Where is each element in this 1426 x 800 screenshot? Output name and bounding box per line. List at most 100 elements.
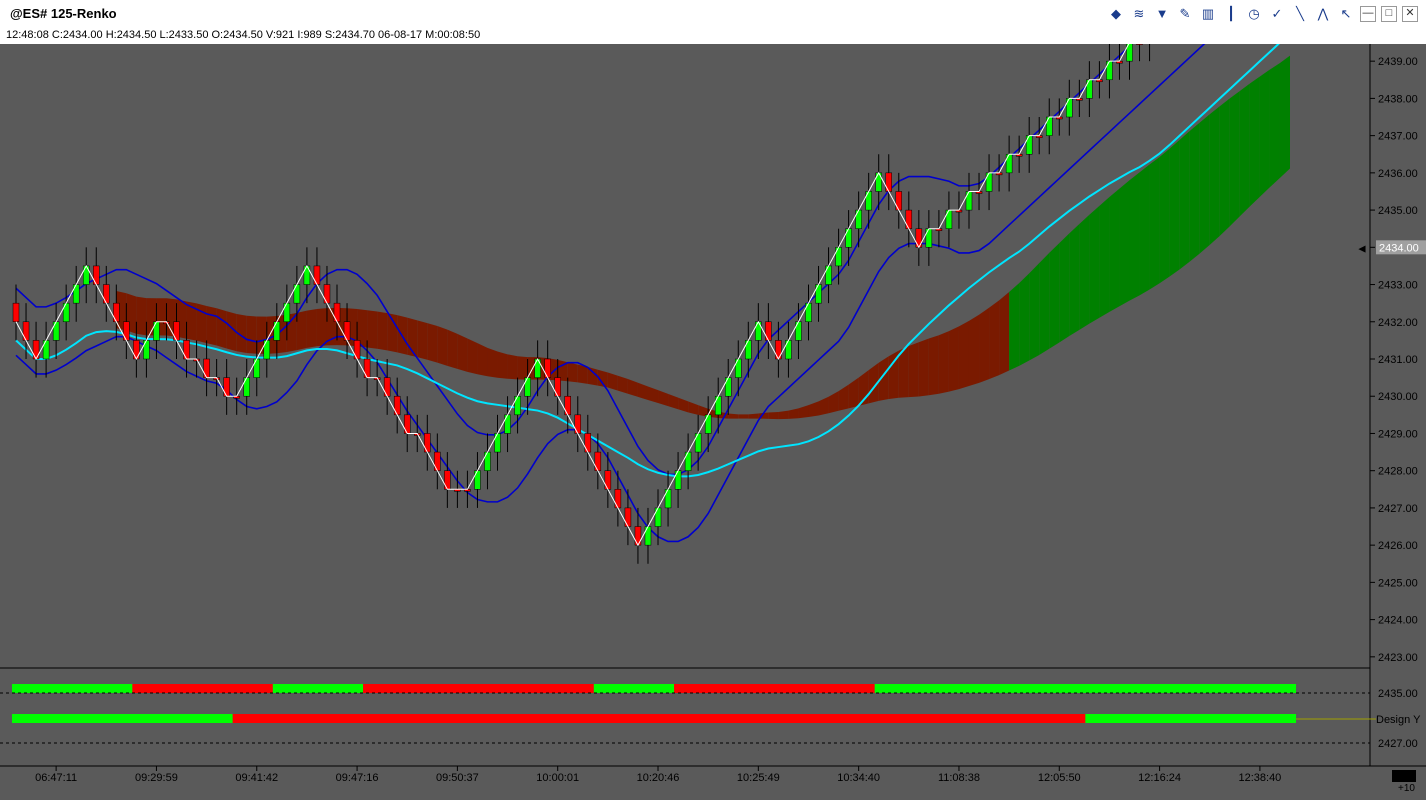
candle-body: [484, 451, 491, 471]
candle-body: [885, 172, 892, 192]
candle-body: [42, 340, 50, 360]
candle-body: [795, 321, 802, 341]
candle-body: [674, 470, 682, 490]
cloud-segment: [989, 300, 1000, 380]
candle-body: [664, 489, 672, 509]
bar-spacing-label: +10: [1398, 783, 1415, 794]
time-label: 12:05:50: [1038, 772, 1081, 784]
cloud-segment: [477, 343, 488, 377]
candle-body: [684, 451, 692, 471]
cloud-segment: [417, 320, 428, 360]
cloud-segment: [768, 412, 779, 420]
candle-body: [855, 209, 862, 229]
candle-body: [203, 358, 210, 378]
panel-tick-label: 2427.00: [1378, 738, 1418, 750]
cloud-segment: [517, 356, 528, 380]
cloud-segment: [1199, 114, 1210, 254]
chart-window: @ES# 125-Renko ◆ ≋ ▼ ✎ ▥ ┃ ◷ ✓ ╲ ⋀ ↖ — □ ✕ 12:48:08 C…: [0, 0, 1426, 800]
cloud-segment: [1019, 273, 1030, 366]
candle-body: [714, 395, 722, 416]
candle-body: [724, 377, 732, 397]
tick-label: 2433.00: [1378, 280, 1418, 292]
tick-label: 2429.00: [1378, 428, 1418, 440]
tick-label: 2424.00: [1378, 615, 1418, 627]
scroll-button[interactable]: [1392, 770, 1416, 782]
candle-body: [654, 507, 662, 527]
candle-body: [1086, 79, 1093, 99]
time-label: 11:08:38: [938, 772, 980, 784]
cloud-segment: [1159, 148, 1170, 284]
pencil-icon[interactable]: ✎: [1176, 5, 1194, 23]
candle-body: [72, 284, 80, 304]
title-bar[interactable]: @ES# 125-Renko ◆ ≋ ▼ ✎ ▥ ┃ ◷ ✓ ╲ ⋀ ↖ — □ ✕: [0, 0, 1426, 29]
candle-body: [945, 209, 953, 229]
path-icon[interactable]: ⋀: [1314, 5, 1332, 23]
candle-body: [544, 358, 551, 378]
maximize-icon[interactable]: □: [1381, 6, 1397, 22]
order-icon[interactable]: ✓: [1268, 5, 1286, 23]
candle-body: [554, 377, 561, 397]
candle-body: [62, 302, 70, 323]
cloud-segment: [1279, 55, 1290, 178]
filter-icon[interactable]: ▼: [1153, 5, 1171, 23]
data-icon[interactable]: ◆: [1107, 5, 1125, 23]
candle-body: [494, 433, 501, 453]
candle-body: [444, 470, 451, 490]
candle-body: [785, 340, 792, 360]
candle-body: [614, 489, 622, 509]
time-label: 09:47:16: [336, 772, 379, 784]
trendline-icon[interactable]: ╲: [1291, 5, 1309, 23]
cloud-segment: [928, 335, 939, 396]
candle-body: [113, 302, 120, 323]
bars-icon[interactable]: ▥: [1199, 5, 1217, 23]
tick-label: 2438.00: [1378, 93, 1418, 105]
candle-body: [1066, 98, 1073, 118]
last-price-arrow: ◄: [1356, 241, 1368, 255]
candle-body: [574, 414, 582, 434]
candle-body: [323, 284, 331, 304]
candle-body: [434, 451, 441, 471]
renko-chart[interactable]: 2439.00 2438.00 2437.00 2436.00 2435.00 2434.…: [0, 44, 1426, 800]
cloud-segment: [246, 315, 257, 354]
candle-body: [273, 321, 281, 341]
cloud-segment: [447, 329, 458, 369]
waves-icon[interactable]: ≋: [1130, 5, 1148, 23]
candle-body: [1005, 153, 1013, 174]
price-axis: [1370, 44, 1426, 800]
cloud-segment: [467, 338, 478, 375]
signal-segment: [232, 714, 1086, 723]
close-icon[interactable]: ✕: [1402, 6, 1418, 22]
time-label: 10:00:01: [536, 772, 579, 784]
candle-body: [353, 340, 361, 360]
candle-body: [474, 470, 481, 490]
signal-segment: [363, 684, 594, 693]
tick-label: 2426.00: [1378, 540, 1418, 552]
tick-label: 2436.00: [1378, 168, 1418, 180]
cloud-segment: [1209, 106, 1220, 245]
candle-body: [293, 284, 301, 304]
time-label: 09:41:42: [235, 772, 278, 784]
candle-body: [333, 302, 341, 323]
candle-body: [604, 470, 612, 490]
candle-body: [775, 340, 782, 360]
cloud-segment: [948, 326, 959, 392]
candle-body: [32, 340, 40, 360]
candle-body: [985, 172, 993, 192]
candle-body: [965, 191, 973, 211]
candle-body: [694, 433, 702, 453]
candle-body: [153, 321, 160, 341]
cloud-segment: [738, 414, 749, 419]
last-price-label: 2434.00: [1379, 242, 1419, 254]
info-bar: 12:48:08 C:2434.00 H:2434.50 L:2433.50 O…: [0, 28, 1426, 45]
minimize-icon[interactable]: —: [1360, 6, 1376, 22]
tick-label: 2425.00: [1378, 577, 1418, 589]
tick-label: 2427.00: [1378, 503, 1418, 515]
cloud-segment: [1109, 188, 1120, 312]
clock-icon[interactable]: ◷: [1245, 5, 1263, 23]
candle-icon[interactable]: ┃: [1222, 5, 1240, 23]
cursor-icon[interactable]: ↖: [1337, 5, 1355, 23]
candle-body: [1136, 44, 1143, 45]
candle-body: [735, 358, 742, 378]
time-label: 10:25:49: [737, 772, 780, 784]
window-title: @ES# 125-Renko: [10, 6, 117, 21]
